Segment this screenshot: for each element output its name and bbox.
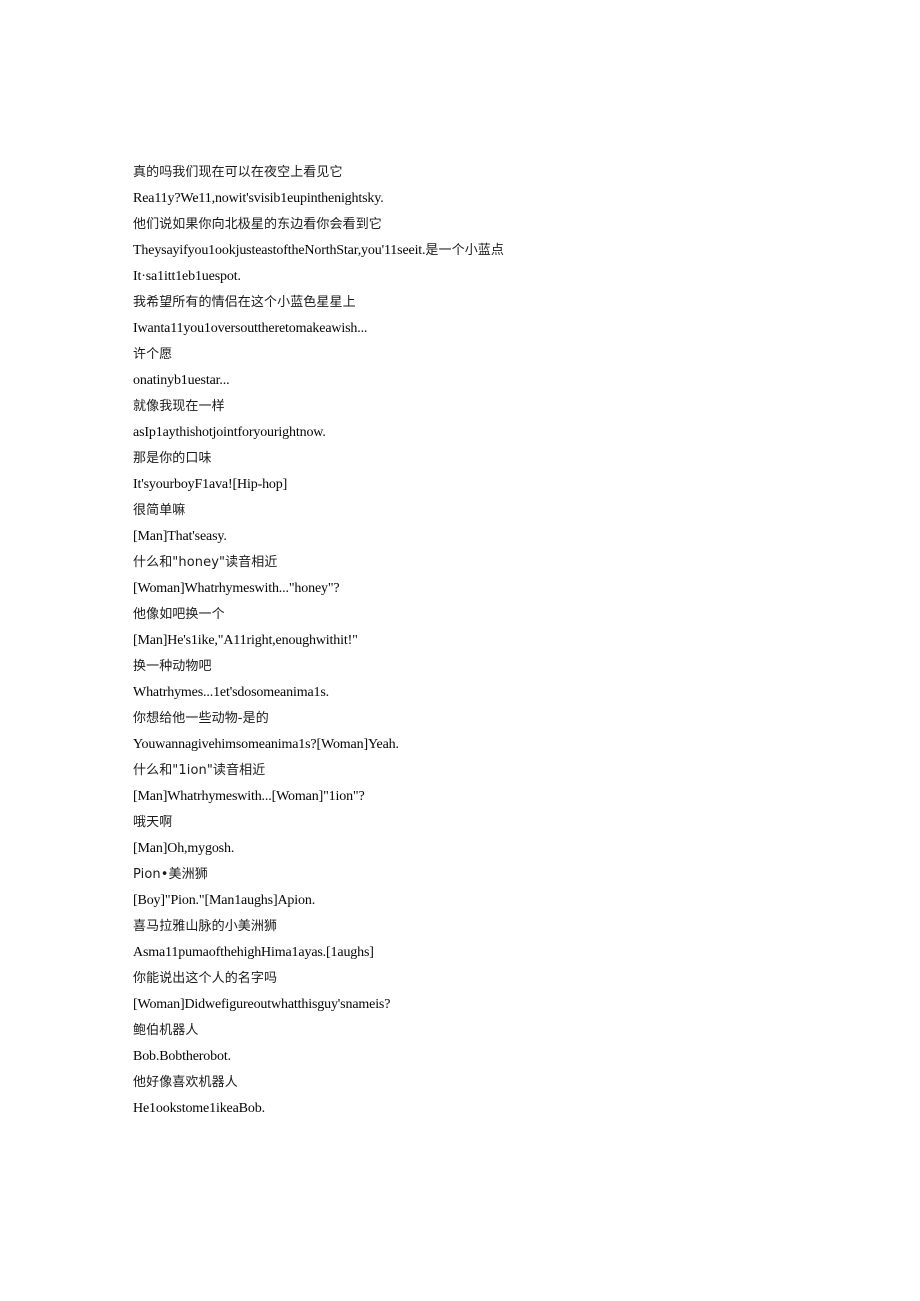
subtitle-pair: 真的吗我们现在可以在夜空上看见它 Rea11y?We11,nowit'svisib… xyxy=(133,160,873,212)
subtitle-pair: 什么和"honey"读音相近 [Woman]Whatrhymeswith..."h… xyxy=(133,550,873,602)
subtitle-line-chinese: 鲍伯机器人 xyxy=(133,1023,199,1038)
subtitle-line-english: [Woman]Didwefigureoutwhatthisguy'snameis… xyxy=(133,992,873,1018)
subtitle-pair: It·sa1itt1eb1uespot. xyxy=(133,264,873,290)
subtitle-line-chinese: 那是你的口味 xyxy=(133,451,212,466)
subtitle-line-english: It·sa1itt1eb1uespot. xyxy=(133,264,873,290)
subtitle-line-english: [Man]Oh,mygosh. xyxy=(133,836,873,862)
subtitle-pair: 就像我现在一样 asIp1aythishotjointforyourightnow… xyxy=(133,394,873,446)
subtitle-english-text: It'syourboyF1ava![Hip-hop] xyxy=(133,477,288,492)
subtitle-line-chinese: 就像我现在一样 xyxy=(133,399,225,414)
subtitle-pair: 他们说如果你向北极星的东边看你会看到它 Theysayifyou1ookjuste… xyxy=(133,212,873,264)
subtitle-pair: 许个愿 onatinyb1uestar... xyxy=(133,342,873,394)
subtitle-pair: 他好像喜欢机器人 He1ookstome1ikeaBob. xyxy=(133,1070,873,1122)
subtitle-line-chinese: 喜马拉雅山脉的小美洲狮 xyxy=(133,919,278,934)
subtitle-english-text: onatinyb1uestar... xyxy=(133,373,230,388)
subtitle-english-text: Theysayifyou1ookjusteastoftheNorthStar,y… xyxy=(133,243,426,258)
subtitle-pair: 换一种动物吧 Whatrhymes...1et'sdosomeanima1s. xyxy=(133,654,873,706)
subtitle-line-english: [Man]Whatrhymeswith...[Woman]"1ion"? xyxy=(133,784,873,810)
subtitle-english-text: [Woman]Whatrhymeswith..."honey"? xyxy=(133,581,340,596)
subtitle-english-text: Iwanta11you1oversouttheretomakeawish... xyxy=(133,321,368,336)
subtitle-line-english: onatinyb1uestar... xyxy=(133,368,873,394)
subtitle-line-english: It'syourboyF1ava![Hip-hop] xyxy=(133,472,873,498)
subtitle-pair: 你想给他一些动物-是的 Youwannagivehimsomeanima1s?[W… xyxy=(133,706,873,758)
subtitle-english-text: He1ookstome1ikeaBob. xyxy=(133,1101,265,1116)
subtitle-line-english: Whatrhymes...1et'sdosomeanima1s. xyxy=(133,680,873,706)
subtitle-transcript: 真的吗我们现在可以在夜空上看见它 Rea11y?We11,nowit'svisib… xyxy=(133,160,873,1122)
subtitle-line-english: [Boy]"Pion."[Man1aughs]Apion. xyxy=(133,888,873,914)
subtitle-english-text: [Boy]"Pion."[Man1aughs]Apion. xyxy=(133,893,316,908)
subtitle-line-chinese: 真的吗我们现在可以在夜空上看见它 xyxy=(133,165,343,180)
subtitle-english-text: [Man]Whatrhymeswith...[Woman]"1ion"? xyxy=(133,789,365,804)
subtitle-pair: 很简单嘛 [Man]That'seasy. xyxy=(133,498,873,550)
subtitle-line-chinese: Pion•美洲狮 xyxy=(133,867,208,882)
subtitle-english-text: Asma11pumaofthehighHima1ayas.[1aughs] xyxy=(133,945,374,960)
subtitle-english-text: [Man]That'seasy. xyxy=(133,529,227,544)
subtitle-pair: 哦天啊 [Man]Oh,mygosh. xyxy=(133,810,873,862)
subtitle-pair: 鲍伯机器人 Bob.Bobtherobot. xyxy=(133,1018,873,1070)
subtitle-pair: Pion•美洲狮 [Boy]"Pion."[Man1aughs]Apion. xyxy=(133,862,873,914)
subtitle-english-text: [Man]He's1ike,"A11right,enoughwithit!" xyxy=(133,633,358,648)
subtitle-line-chinese: 许个愿 xyxy=(133,347,173,362)
subtitle-pair: 什么和"1ion"读音相近 [Man]Whatrhymeswith...[Woma… xyxy=(133,758,873,810)
subtitle-line-english: Rea11y?We11,nowit'svisib1eupinthenightsk… xyxy=(133,186,873,212)
subtitle-line-chinese: 什么和"1ion"读音相近 xyxy=(133,763,266,778)
subtitle-english-text: Bob.Bobtherobot. xyxy=(133,1049,231,1064)
subtitle-line-english: [Man]He's1ike,"A11right,enoughwithit!" xyxy=(133,628,873,654)
subtitle-line-chinese: 哦天啊 xyxy=(133,815,173,830)
subtitle-line-english: asIp1aythishotjointforyourightnow. xyxy=(133,420,873,446)
subtitle-english-text: [Woman]Didwefigureoutwhatthisguy'snameis… xyxy=(133,997,391,1012)
subtitle-line-english: Theysayifyou1ookjusteastoftheNorthStar,y… xyxy=(133,238,873,264)
subtitle-english-text: Rea11y?We11,nowit'svisib1eupinthenightsk… xyxy=(133,191,384,206)
subtitle-line-english: Iwanta11you1oversouttheretomakeawish... xyxy=(133,316,873,342)
subtitle-line-english: Bob.Bobtherobot. xyxy=(133,1044,873,1070)
subtitle-line-chinese: 你想给他一些动物-是的 xyxy=(133,711,269,726)
document-page: 真的吗我们现在可以在夜空上看见它 Rea11y?We11,nowit'svisib… xyxy=(0,0,920,1301)
subtitle-line-english: Asma11pumaofthehighHima1ayas.[1aughs] xyxy=(133,940,873,966)
subtitle-english-text: Youwannagivehimsomeanima1s?[Woman]Yeah. xyxy=(133,737,399,752)
subtitle-line-english: He1ookstome1ikeaBob. xyxy=(133,1096,873,1122)
subtitle-pair: 他像如吧换一个 [Man]He's1ike,"A11right,enoughwit… xyxy=(133,602,873,654)
subtitle-line-chinese: 很简单嘛 xyxy=(133,503,186,518)
subtitle-english-text: asIp1aythishotjointforyourightnow. xyxy=(133,425,326,440)
subtitle-english-text: Whatrhymes...1et'sdosomeanima1s. xyxy=(133,685,330,700)
subtitle-inline-chinese-fragment: 是一个小蓝点 xyxy=(425,243,505,258)
subtitle-line-english: [Woman]Whatrhymeswith..."honey"? xyxy=(133,576,873,602)
subtitle-line-english: Youwannagivehimsomeanima1s?[Woman]Yeah. xyxy=(133,732,873,758)
subtitle-line-chinese: 他好像喜欢机器人 xyxy=(133,1075,238,1090)
subtitle-line-chinese: 什么和"honey"读音相近 xyxy=(133,555,278,570)
subtitle-pair: 喜马拉雅山脉的小美洲狮 Asma11pumaofthehighHima1ayas.… xyxy=(133,914,873,966)
subtitle-line-chinese: 你能说出这个人的名字吗 xyxy=(133,971,278,986)
subtitle-line-chinese: 我希望所有的情侣在这个小蓝色星星上 xyxy=(133,295,356,310)
subtitle-line-chinese: 他像如吧换一个 xyxy=(133,607,225,622)
subtitle-line-chinese: 他们说如果你向北极星的东边看你会看到它 xyxy=(133,217,382,232)
subtitle-line-english: [Man]That'seasy. xyxy=(133,524,873,550)
subtitle-pair: 我希望所有的情侣在这个小蓝色星星上 Iwanta11you1oversoutthe… xyxy=(133,290,873,342)
subtitle-english-text: It·sa1itt1eb1uespot. xyxy=(133,269,241,284)
subtitle-pair: 那是你的口味 It'syourboyF1ava![Hip-hop] xyxy=(133,446,873,498)
subtitle-line-chinese: 换一种动物吧 xyxy=(133,659,212,674)
subtitle-english-text: [Man]Oh,mygosh. xyxy=(133,841,235,856)
subtitle-pair: 你能说出这个人的名字吗 [Woman]Didwefigureoutwhatthis… xyxy=(133,966,873,1018)
